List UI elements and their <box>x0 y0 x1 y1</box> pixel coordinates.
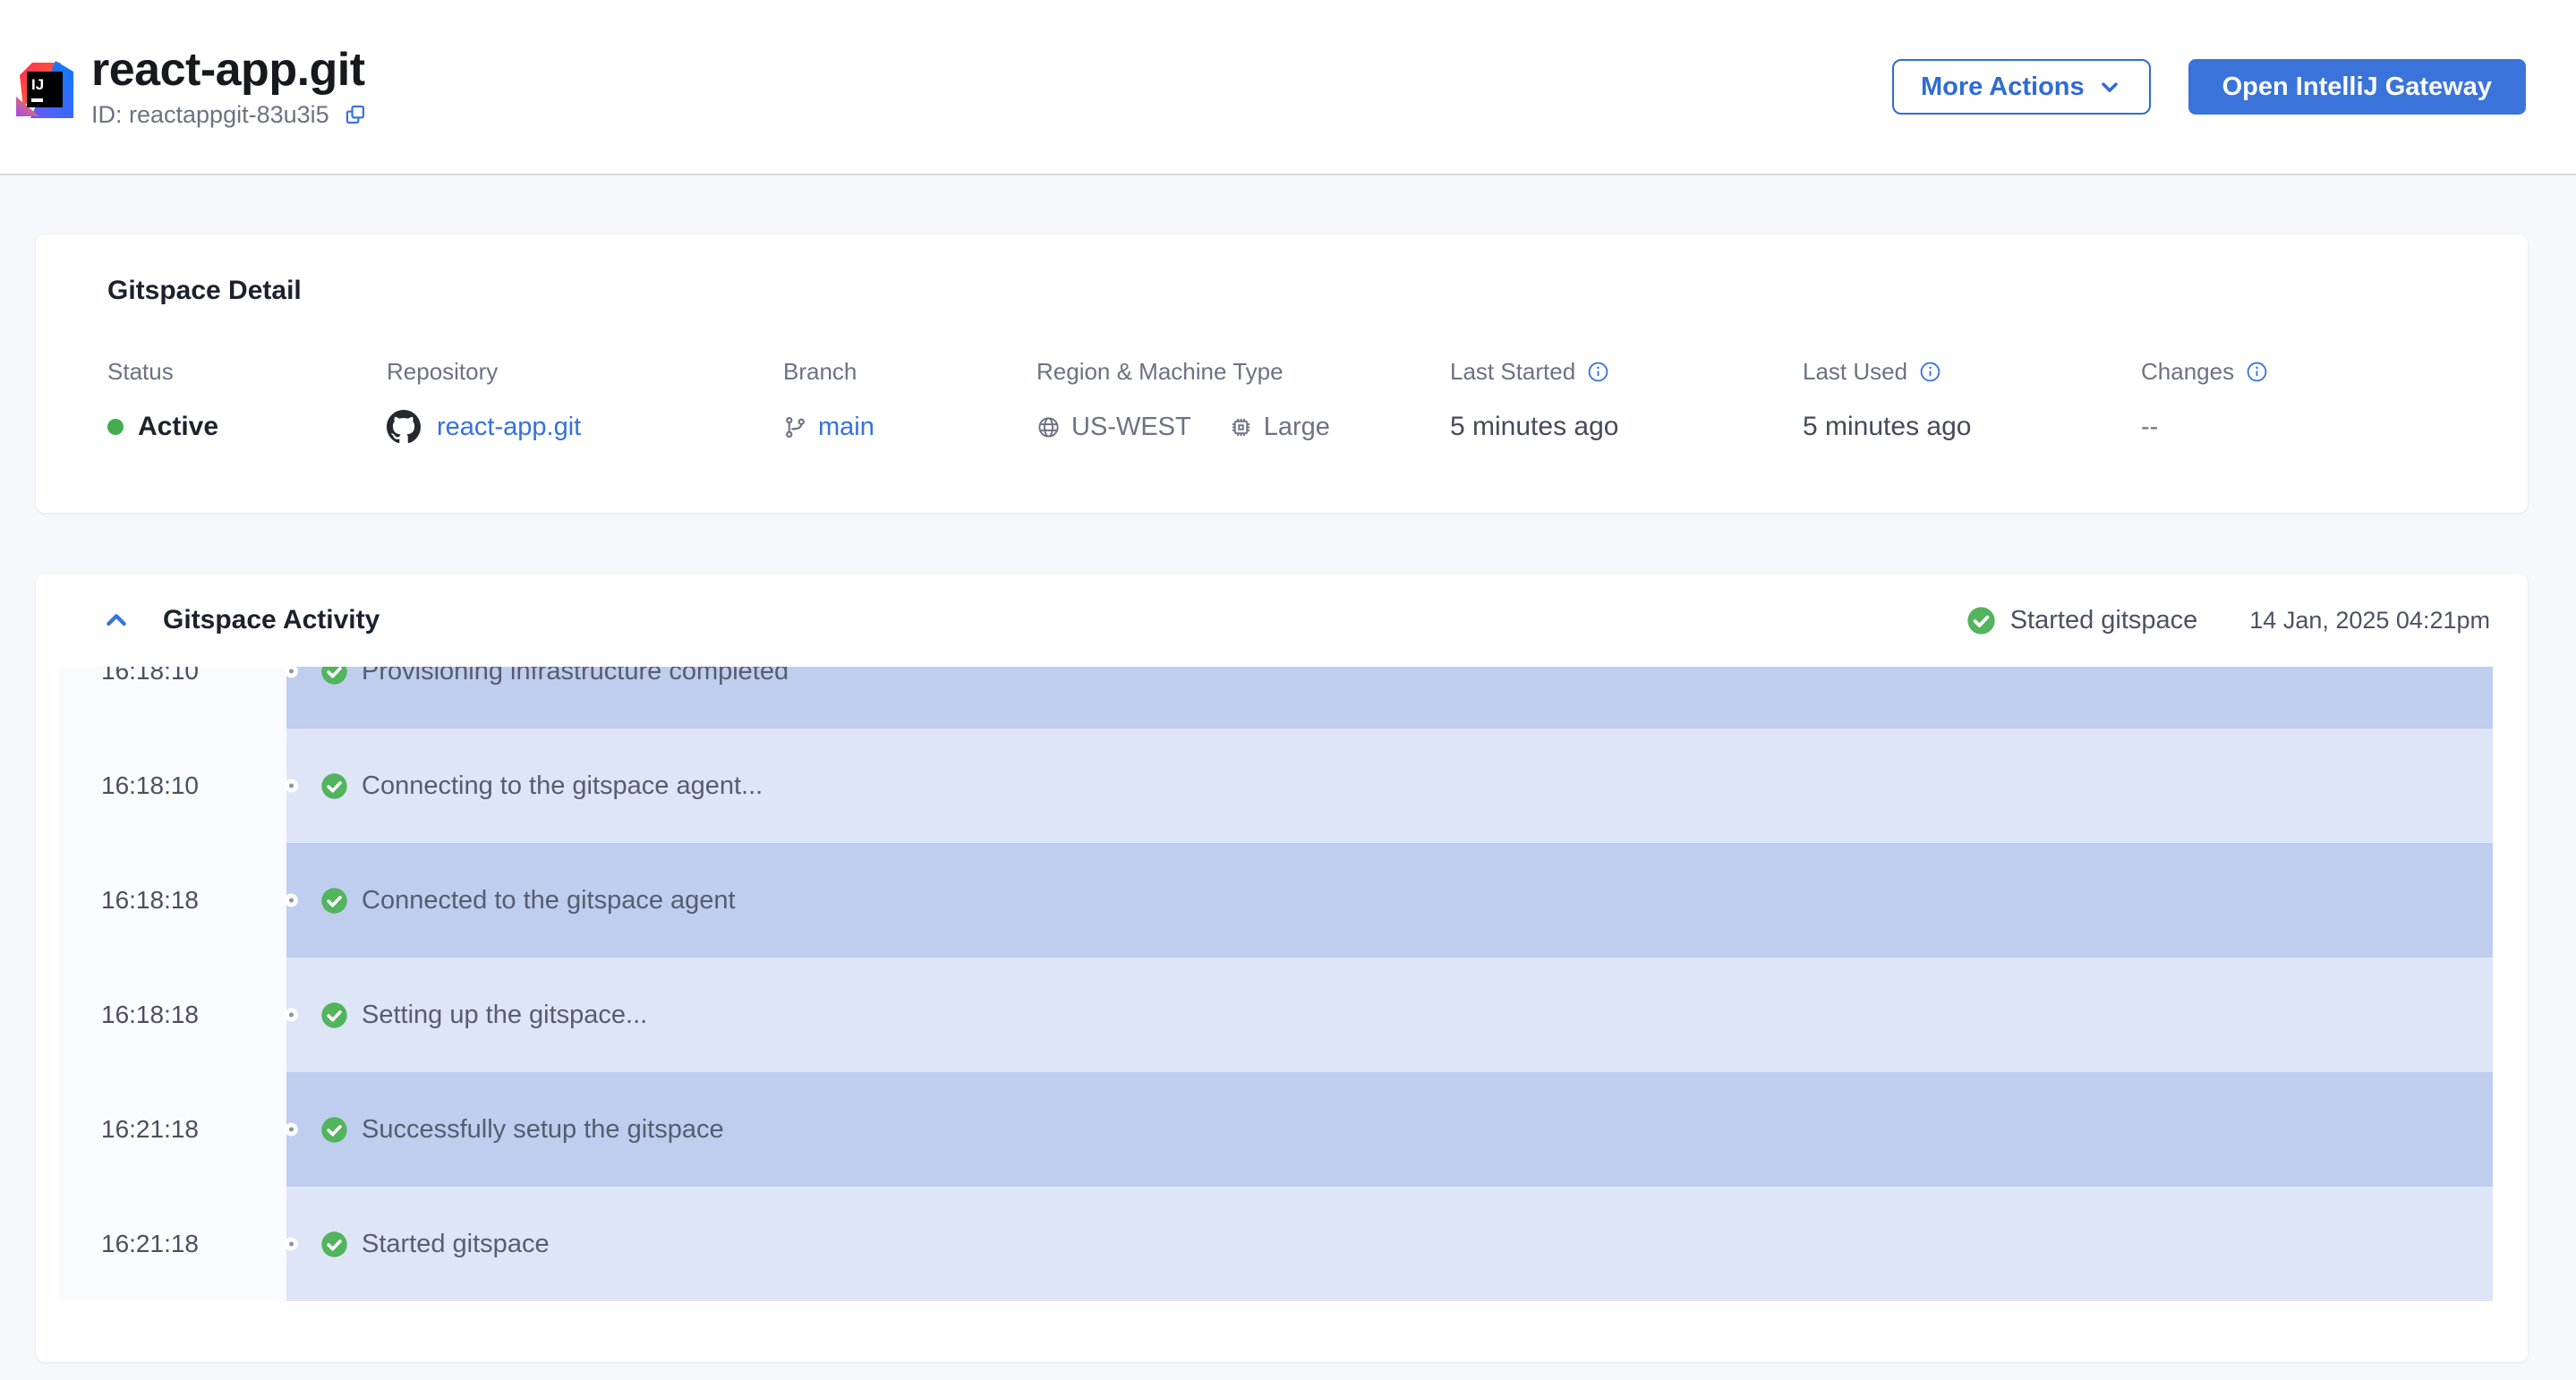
gitspace-id: ID: reactappgit-83u3i5 <box>91 101 329 129</box>
check-circle-icon <box>320 887 348 915</box>
branch-link[interactable]: main <box>818 413 874 442</box>
event-timestamp: 16:18:18 <box>101 1001 199 1029</box>
last-used-label: Last Used <box>1803 358 1907 386</box>
timestamp-cell: 16:21:18 <box>59 1072 286 1187</box>
last-started-value: 5 minutes ago <box>1450 412 1618 442</box>
status-active-dot-icon <box>107 419 124 435</box>
event-text: Connecting to the gitspace agent... <box>362 771 763 801</box>
timeline-dot-icon <box>285 1238 298 1251</box>
event-cell: Connected to the gitspace agent <box>286 843 2493 958</box>
gitspace-detail-card: Gitspace Detail Status Active Repository <box>36 234 2528 513</box>
field-last-used: Last Used 5 minutes ago <box>1803 358 2141 447</box>
last-started-label: Last Started <box>1450 358 1575 386</box>
changes-label: Changes <box>2141 358 2234 386</box>
event-cell: Connecting to the gitspace agent... <box>286 728 2493 843</box>
latest-status-time: 14 Jan, 2025 04:21pm <box>2249 607 2490 635</box>
open-intellij-gateway-button[interactable]: Open IntelliJ Gateway <box>2188 59 2526 115</box>
event-text: Setting up the gitspace... <box>362 1001 647 1030</box>
cpu-icon <box>1229 415 1253 439</box>
globe-icon <box>1036 415 1061 439</box>
info-icon[interactable] <box>1919 361 1941 383</box>
last-used-value: 5 minutes ago <box>1803 412 1971 442</box>
status-label: Status <box>107 358 174 386</box>
more-actions-label: More Actions <box>1921 72 2085 102</box>
event-text: Successfully setup the gitspace <box>362 1115 724 1145</box>
activity-log-row: 16:18:18 Connected to the gitspace agent <box>59 843 2493 958</box>
check-circle-icon <box>320 667 348 686</box>
region-machine-label: Region & Machine Type <box>1036 358 1284 386</box>
chevron-up-icon[interactable] <box>102 606 131 635</box>
region-value: US-WEST <box>1036 413 1191 442</box>
activity-header: Gitspace Activity Started gitspace 14 Ja… <box>36 574 2528 667</box>
timestamp-cell: 16:18:18 <box>59 843 286 958</box>
timestamp-cell: 16:18:10 <box>59 728 286 843</box>
activity-log-row: 16:21:18 Successfully setup the gitspace <box>59 1072 2493 1187</box>
activity-log-row: 16:18:18 Setting up the gitspace... <box>59 958 2493 1072</box>
git-branch-icon <box>783 415 807 439</box>
chevron-down-icon <box>2097 74 2122 99</box>
github-icon <box>387 410 421 444</box>
page-title: react-app.git <box>91 45 368 96</box>
event-cell: Provisioning infrastructure completed <box>286 667 2493 728</box>
check-circle-icon <box>320 1001 348 1029</box>
status-value: Active <box>107 407 387 447</box>
event-cell: Started gitspace <box>286 1187 2493 1301</box>
gitspace-activity-card: Gitspace Activity Started gitspace 14 Ja… <box>36 574 2528 1362</box>
logo-letters: IJ <box>31 76 44 93</box>
field-status: Status Active <box>107 358 387 447</box>
timeline-dot-icon <box>285 894 298 907</box>
activity-log-scroll-area[interactable]: 16:18:10 Provisioning infrastructure com… <box>59 667 2493 1308</box>
gitspace-detail-page: IJ react-app.git ID: reactappgit-83u3i5 … <box>0 0 2576 1380</box>
field-branch: Branch main <box>783 358 1036 447</box>
intellij-logo-icon: IJ <box>16 61 73 118</box>
event-cell: Successfully setup the gitspace <box>286 1072 2493 1187</box>
event-text: Connected to the gitspace agent <box>362 886 736 916</box>
field-last-started: Last Started 5 minutes ago <box>1450 358 1803 447</box>
field-changes: Changes -- <box>2141 358 2492 447</box>
event-text: Started gitspace <box>362 1230 550 1259</box>
info-icon[interactable] <box>2246 361 2268 383</box>
activity-log-row: 16:21:18 Started gitspace <box>59 1187 2493 1301</box>
timestamp-cell: 16:21:18 <box>59 1187 286 1301</box>
check-circle-icon <box>320 1231 348 1258</box>
event-timestamp: 16:18:10 <box>101 771 199 800</box>
activity-log-row: 16:18:10 Connecting to the gitspace agen… <box>59 728 2493 843</box>
open-gateway-label: Open IntelliJ Gateway <box>2222 72 2492 102</box>
event-cell: Setting up the gitspace... <box>286 958 2493 1072</box>
detail-card-title: Gitspace Detail <box>107 276 2492 306</box>
top-bar: IJ react-app.git ID: reactappgit-83u3i5 … <box>0 0 2576 175</box>
event-text: Provisioning infrastructure completed <box>362 667 789 686</box>
event-timestamp: 16:21:18 <box>101 1230 199 1258</box>
latest-status-badge: Started gitspace <box>2010 606 2198 635</box>
check-circle-icon <box>320 1116 348 1144</box>
check-circle-icon <box>320 772 348 800</box>
timestamp-cell: 16:18:10 <box>59 667 286 728</box>
activity-log: 16:18:10 Provisioning infrastructure com… <box>59 667 2493 1301</box>
repository-label: Repository <box>387 358 498 386</box>
branch-label: Branch <box>783 358 857 386</box>
event-timestamp: 16:18:10 <box>101 667 199 686</box>
event-timestamp: 16:21:18 <box>101 1115 199 1144</box>
activity-log-row: 16:18:10 Provisioning infrastructure com… <box>59 667 2493 728</box>
field-repository: Repository react-app.git <box>387 358 783 447</box>
timeline-dot-icon <box>285 1123 298 1137</box>
changes-value: -- <box>2141 413 2158 442</box>
timestamp-cell: 16:18:18 <box>59 958 286 1072</box>
copy-id-icon[interactable] <box>344 103 368 127</box>
check-circle-icon <box>1966 606 1996 635</box>
activity-title: Gitspace Activity <box>163 605 380 635</box>
info-icon[interactable] <box>1587 361 1609 383</box>
machine-type-value: Large <box>1229 413 1330 442</box>
more-actions-button[interactable]: More Actions <box>1892 59 2151 115</box>
event-timestamp: 16:18:18 <box>101 886 199 915</box>
repository-link[interactable]: react-app.git <box>437 413 581 442</box>
field-region-machine: Region & Machine Type US-WEST <box>1036 358 1450 447</box>
timeline-dot-icon <box>285 779 298 793</box>
timeline-dot-icon <box>285 1009 298 1022</box>
